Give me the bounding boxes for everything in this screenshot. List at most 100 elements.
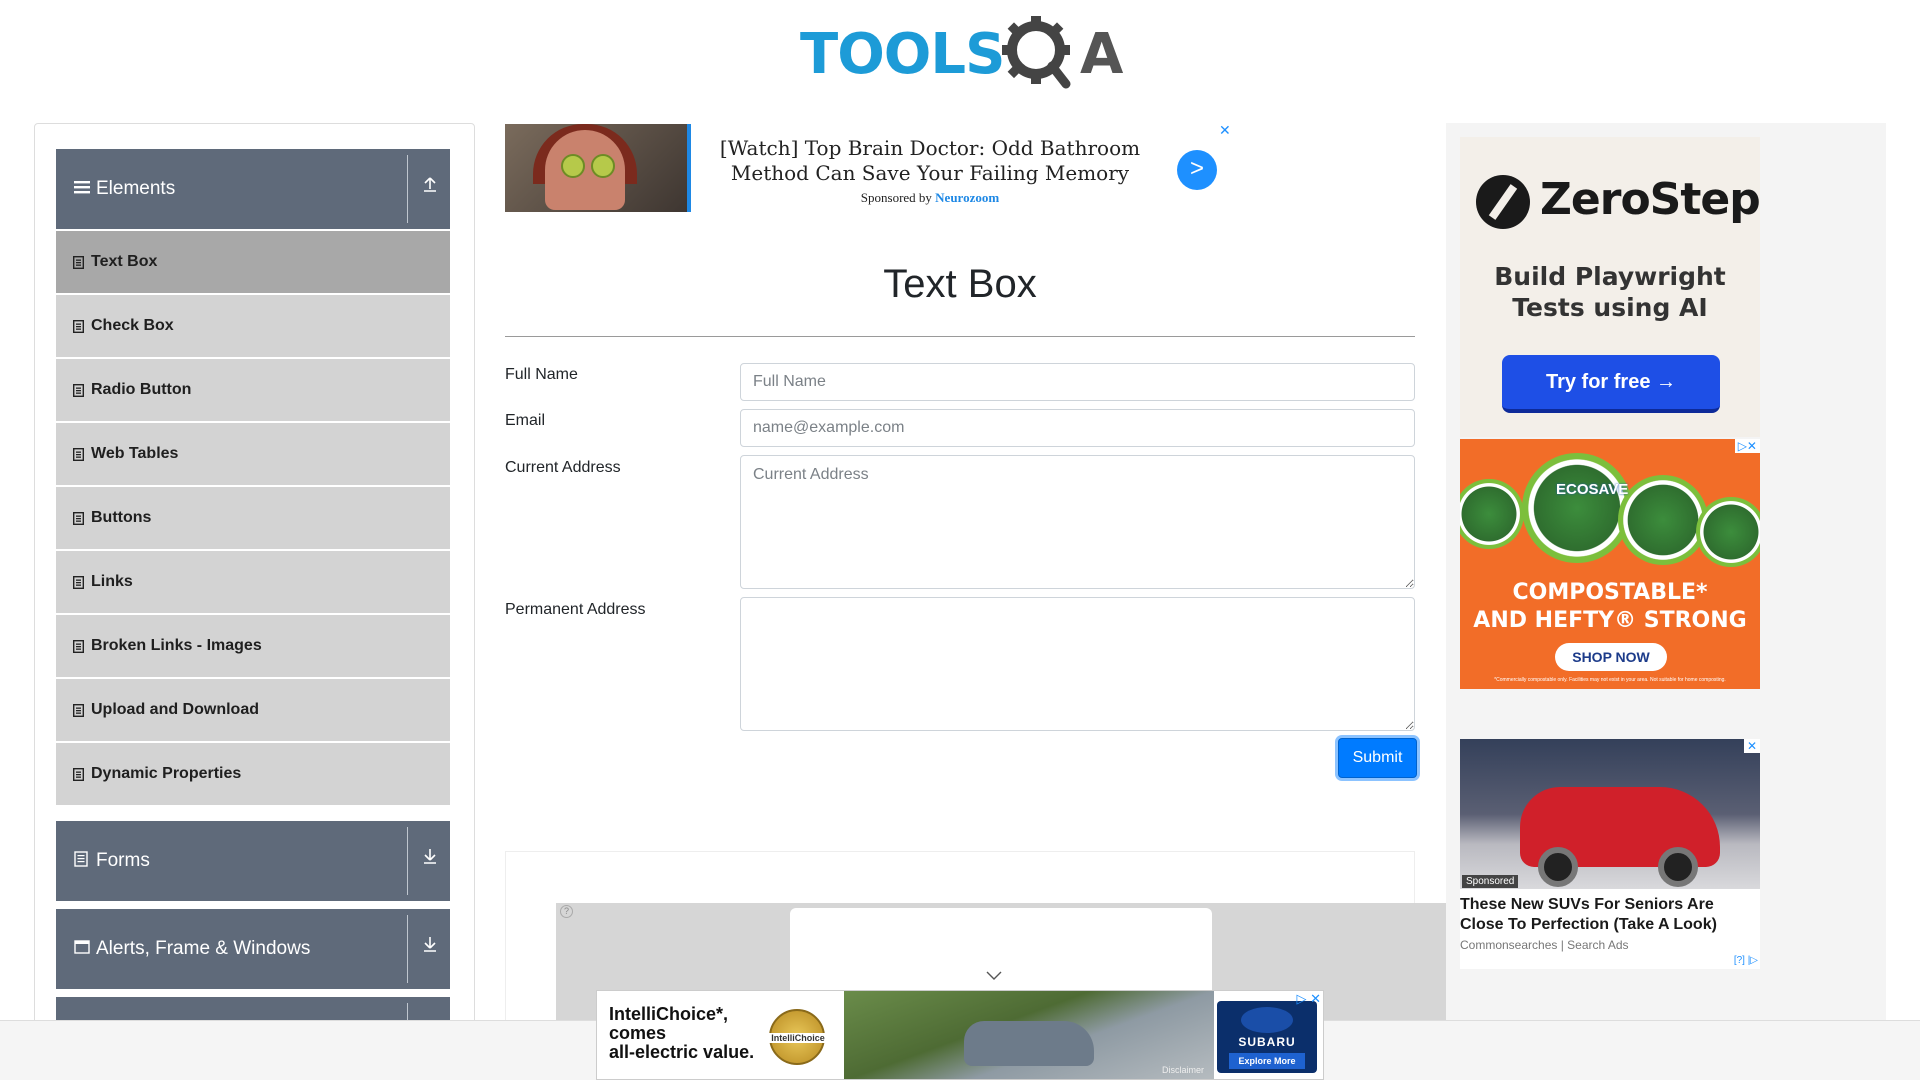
zerostep-logo-icon (1476, 175, 1530, 229)
list-icon (71, 447, 85, 461)
logo-text-tools: TOOLS (800, 22, 1005, 87)
ad-info-icon[interactable]: ? (560, 905, 573, 918)
banner-text-line-1: IntelliChoice*, (609, 1004, 729, 1024)
explore-more-button[interactable]: Explore More (1229, 1053, 1305, 1069)
menu-item-check-box[interactable]: Check Box (56, 295, 450, 357)
full-name-input[interactable] (740, 363, 1415, 401)
banner-image (844, 991, 1214, 1079)
gear-magnifier-icon (1002, 16, 1071, 89)
ad-go-button[interactable]: > (1177, 150, 1217, 190)
menu-item-label: Radio Button (91, 381, 192, 398)
chevron-down-icon[interactable] (986, 968, 1002, 986)
suv-ad-source: Commonsearches | Search Ads (1460, 938, 1629, 952)
adchoices-icon[interactable]: ▷✕ (1734, 439, 1760, 453)
group-header-forms[interactable]: Forms (56, 821, 450, 901)
menu-item-text-box[interactable]: Text Box (56, 231, 450, 293)
close-icon[interactable]: ✕ (1743, 739, 1760, 753)
list-icon (71, 511, 85, 525)
ad-image-plate (1522, 453, 1632, 563)
list-icon (71, 383, 85, 397)
hefty-fine-print: *Commercially compostable only. Faciliti… (1494, 677, 1726, 683)
toolsqa-logo[interactable]: TOOLS A (800, 14, 1124, 90)
banner-text-line-2: comes (609, 1023, 667, 1043)
ad-sponsor-line: Sponsored by Neurozoom (705, 190, 1155, 206)
group-title: Forms (96, 850, 150, 871)
hefty-headline-line-2: AND HEFTY® STRONG (1473, 608, 1747, 633)
menu-item-buttons[interactable]: Buttons (56, 487, 450, 549)
expand-icon[interactable] (418, 935, 442, 963)
subaru-brand: SUBARU (1238, 1035, 1296, 1049)
banner-text: IntelliChoice*, comes all-electric value… (609, 1005, 754, 1062)
menu-item-label: Dynamic Properties (91, 765, 242, 782)
suv-ad-headline[interactable]: These New SUVs For Seniors Are Close To … (1460, 895, 1760, 935)
group-header-alerts-frame-windows[interactable]: Alerts, Frame & Windows (56, 909, 450, 989)
hefty-ad[interactable]: ▷✕ ECOSAVE COMPOSTABLE* AND HEFTY® STRON… (1460, 439, 1760, 689)
adchoices-close-icon[interactable]: ▷ ✕ (1296, 991, 1321, 1007)
document-icon (74, 850, 92, 872)
bottom-banner-ad[interactable]: IntelliChoice*, comes all-electric value… (596, 990, 1324, 1080)
ad-image-car (964, 1021, 1094, 1066)
ad-image-cucumber (591, 154, 615, 178)
suv-ad-image[interactable]: Sponsored ✕ (1460, 739, 1760, 889)
hefty-shop-now-button[interactable]: SHOP NOW (1555, 643, 1667, 671)
list-icon (71, 639, 85, 653)
permanent-address-label: Permanent Address (505, 601, 646, 618)
menu-item-upload-and-download[interactable]: Upload and Download (56, 679, 450, 741)
sponsored-badge: Sponsored (1462, 875, 1519, 888)
zerostep-ad[interactable]: ZeroStep Build Playwright Tests using AI… (1460, 137, 1761, 437)
hefty-headline: COMPOSTABLE* AND HEFTY® STRONG (1460, 579, 1760, 635)
ad-image-wheel (1658, 847, 1698, 887)
zerostep-cta-button[interactable]: Try for free → (1502, 355, 1720, 413)
ad-close-icon[interactable]: ✕ (1219, 122, 1231, 139)
group-alerts-frame-windows: Alerts, Frame & Windows (56, 909, 450, 989)
expand-icon[interactable] (418, 847, 442, 875)
group-forms: Forms (56, 821, 450, 901)
page-title: Text Box (883, 262, 1037, 306)
adchoices-icon[interactable]: [?] |▷ (1734, 955, 1758, 966)
menu-item-label: Text Box (91, 253, 158, 270)
logo-text-a: A (1080, 22, 1124, 87)
group-title: Alerts, Frame & Windows (96, 938, 311, 959)
group-header-elements[interactable]: Elements (56, 149, 450, 229)
subaru-panel: SUBARU Explore More (1217, 1001, 1317, 1073)
hefty-headline-line-1: COMPOSTABLE* (1512, 580, 1708, 605)
full-name-label: Full Name (505, 366, 578, 383)
submit-button[interactable]: Submit (1338, 738, 1417, 778)
sponsor-name[interactable]: Neurozoom (935, 190, 999, 205)
menu-icon (74, 180, 92, 199)
menu-item-broken-links-images[interactable]: Broken Links - Images (56, 615, 450, 677)
menu-item-radio-button[interactable]: Radio Button (56, 359, 450, 421)
collapse-icon[interactable] (418, 175, 442, 203)
current-address-textarea[interactable] (740, 455, 1415, 589)
list-icon (71, 319, 85, 333)
zerostep-name: ZeroStep (1540, 174, 1761, 225)
email-input[interactable] (740, 409, 1415, 447)
top-sponsored-ad[interactable]: [Watch] Top Brain Doctor: Odd Bathroom M… (505, 122, 1235, 212)
menu-item-web-tables[interactable]: Web Tables (56, 423, 450, 485)
zerostep-tagline: Build Playwright Tests using AI (1494, 262, 1726, 322)
list-icon (71, 703, 85, 717)
menu-item-label: Check Box (91, 317, 174, 334)
menu-item-label: Web Tables (91, 445, 179, 462)
divider (407, 915, 408, 983)
banner-disclaimer[interactable]: Disclaimer (1162, 1065, 1204, 1075)
menu-item-label: Upload and Download (91, 701, 259, 718)
ad-headline[interactable]: [Watch] Top Brain Doctor: Odd Bathroom M… (705, 136, 1155, 186)
current-address-label: Current Address (505, 459, 621, 476)
ad-image-cucumber (561, 154, 585, 178)
ad-image-plate (1696, 497, 1760, 567)
list-icon (71, 575, 85, 589)
award-badge-icon: IntelliChoice (767, 1009, 829, 1065)
group-title: Elements (96, 178, 176, 199)
menu-item-dynamic-properties[interactable]: Dynamic Properties (56, 743, 450, 805)
left-panel: Elements Text Box Check Box Radio Button… (34, 123, 475, 1080)
list-icon (71, 767, 85, 781)
suv-ad[interactable]: Sponsored ✕ These New SUVs For Seniors A… (1460, 739, 1760, 969)
ad-image-plate (1618, 475, 1708, 565)
permanent-address-textarea[interactable] (740, 597, 1415, 731)
divider (407, 155, 408, 223)
window-icon (74, 939, 92, 959)
divider (407, 827, 408, 895)
menu-item-links[interactable]: Links (56, 551, 450, 613)
subaru-logo-icon (1241, 1007, 1293, 1033)
